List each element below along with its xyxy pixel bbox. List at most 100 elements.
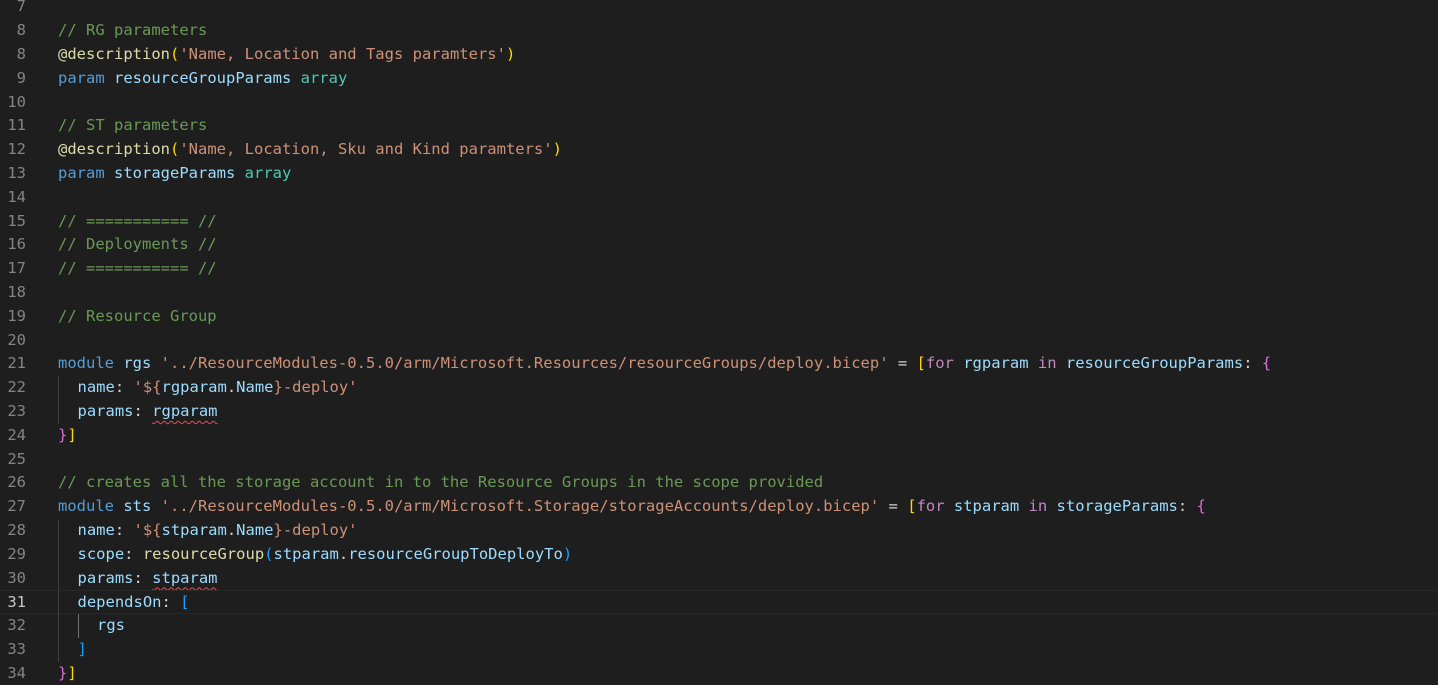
code-line[interactable]: 18 — [0, 281, 1438, 305]
code-token: 'Name, Location and Tags paramters' — [179, 45, 506, 63]
code-line[interactable]: 17 // =========== // — [0, 257, 1438, 281]
code-token: module — [58, 354, 124, 373]
code-line[interactable]: 9 param resourceGroupParams array — [0, 67, 1438, 91]
line-number: 12 — [7, 140, 26, 159]
line-number: 18 — [7, 283, 26, 301]
code-line[interactable]: 21 module rgs '../ResourceModules-0.5.0/a… — [0, 352, 1438, 376]
code-line[interactable]: 28 name: '${stparam.Name}-deploy' — [0, 519, 1438, 543]
code-token: name — [77, 378, 115, 397]
code-token: '${ — [133, 378, 162, 397]
line-number: 19 — [7, 306, 26, 325]
code-line[interactable]: 23 params: rgparam — [0, 400, 1438, 424]
code-text: @description('Name, Location and Tags pa… — [58, 43, 515, 67]
code-token: // Resource Group — [58, 306, 217, 325]
code-text: scope: resourceGroup(stparam.resourceGro… — [78, 543, 573, 567]
code-line[interactable]: 8 @description('Name, Location and Tags p… — [0, 43, 1438, 67]
code-token: : — [124, 544, 143, 563]
code-text: // =========== // — [58, 257, 217, 281]
code-line[interactable]: 14 — [0, 186, 1438, 210]
code-text: // Deployments // — [58, 233, 217, 257]
indent-guide — [58, 591, 59, 616]
line-number: 28 — [7, 521, 26, 539]
error-squiggle-token: rgparam — [152, 402, 218, 420]
code-token: : — [1243, 354, 1262, 373]
code-line[interactable]: 25 — [0, 448, 1438, 472]
code-token: stparam — [273, 544, 339, 563]
code-token: Name — [236, 378, 274, 397]
indent-guide — [58, 519, 59, 543]
line-number: 31 — [7, 593, 26, 612]
code-text: }] — [58, 424, 77, 448]
code-text: module rgs '../ResourceModules-0.5.0/arm… — [58, 352, 1271, 376]
code-token: '../ResourceModules-0.5.0/arm/Microsoft.… — [160, 497, 880, 516]
code-line[interactable]: 7 — [0, 0, 1438, 19]
code-token: . — [226, 378, 237, 397]
indent-guide — [58, 400, 59, 424]
code-token: for — [925, 354, 964, 373]
indent-guide — [58, 614, 59, 638]
code-token: [ — [180, 593, 190, 612]
code-line[interactable]: 29 scope: resourceGroup(stparam.resourceG… — [0, 542, 1438, 567]
code-token: : — [161, 593, 181, 612]
code-line[interactable]: 27 module sts '../ResourceModules-0.5.0/a… — [0, 495, 1438, 519]
code-line[interactable]: 32 rgs — [0, 614, 1438, 638]
code-line[interactable]: 22 name: '${rgparam.Name}-deploy' — [0, 376, 1438, 400]
code-token: array — [300, 68, 348, 87]
line-number: 10 — [7, 92, 26, 111]
line-number: 24 — [7, 425, 26, 444]
indent-guide — [58, 566, 59, 591]
code-token: } — [58, 663, 68, 682]
line-number: 17 — [7, 259, 26, 278]
code-text: // =========== // — [58, 210, 217, 234]
code-token: '../ResourceModules-0.5.0/arm/Microsoft.… — [160, 354, 889, 373]
code-token: for — [916, 497, 954, 516]
code-token: : — [133, 568, 153, 587]
code-token: rgs — [123, 354, 161, 373]
code-line[interactable]: 33] — [0, 638, 1438, 662]
line-number: 9 — [16, 68, 26, 87]
code-token: 'Name, Location, Sku and Kind paramters' — [179, 140, 553, 159]
code-line[interactable]: 20 — [0, 329, 1438, 353]
code-text: ] — [78, 638, 87, 662]
code-text: module sts '../ResourceModules-0.5.0/arm… — [58, 495, 1206, 519]
code-token: = — [888, 354, 917, 373]
code-line[interactable]: 31 dependsOn: [ — [0, 590, 1438, 616]
line-number: 21 — [7, 354, 26, 373]
code-line[interactable]: 26 // creates all the storage account in … — [0, 471, 1438, 495]
code-line[interactable]: 10 — [0, 91, 1438, 115]
code-line[interactable]: 24}] — [0, 424, 1438, 448]
code-text: }] — [58, 662, 77, 685]
line-number: 30 — [7, 568, 26, 587]
code-line[interactable]: 19 // Resource Group — [0, 305, 1438, 329]
indent-guide — [58, 542, 59, 567]
code-editor[interactable]: 7 8// RG parameters 8 @description('Name, L… — [0, 0, 1438, 685]
code-token: ) — [505, 45, 516, 63]
line-number: 23 — [7, 402, 26, 420]
code-line[interactable]: 30 params: stparam — [0, 566, 1438, 591]
code-line[interactable]: 13 param storageParams array — [0, 162, 1438, 186]
code-line[interactable]: 11 // ST parameters — [0, 114, 1438, 138]
code-token: }-deploy' — [273, 521, 358, 539]
code-line[interactable]: 16 // Deployments // — [0, 233, 1438, 257]
code-text: params: rgparam — [78, 400, 218, 424]
code-token: name — [77, 521, 115, 539]
code-token: stparam — [161, 521, 227, 539]
code-token: stparam — [953, 497, 1029, 516]
code-token: scope — [77, 544, 125, 563]
line-number: 20 — [7, 330, 26, 349]
line-number: 13 — [7, 164, 26, 182]
code-line[interactable]: 15 // =========== // — [0, 210, 1438, 234]
code-token: : — [133, 402, 153, 420]
code-text: @description('Name, Location, Sku and Ki… — [58, 138, 562, 162]
code-line[interactable]: 34}] — [0, 662, 1438, 685]
line-number: 8 — [16, 21, 26, 40]
code-token: rgs — [97, 616, 125, 635]
error-squiggle-token: stparam — [152, 568, 218, 587]
code-token: [ — [916, 354, 926, 373]
code-line[interactable]: 12 @description('Name, Location, Sku and … — [0, 138, 1438, 162]
code-token: } — [58, 425, 68, 444]
code-token: [ — [907, 497, 917, 516]
line-number: 33 — [7, 640, 26, 658]
line-number: 34 — [7, 663, 26, 682]
code-line[interactable]: 8 // RG parameters — [0, 19, 1438, 43]
